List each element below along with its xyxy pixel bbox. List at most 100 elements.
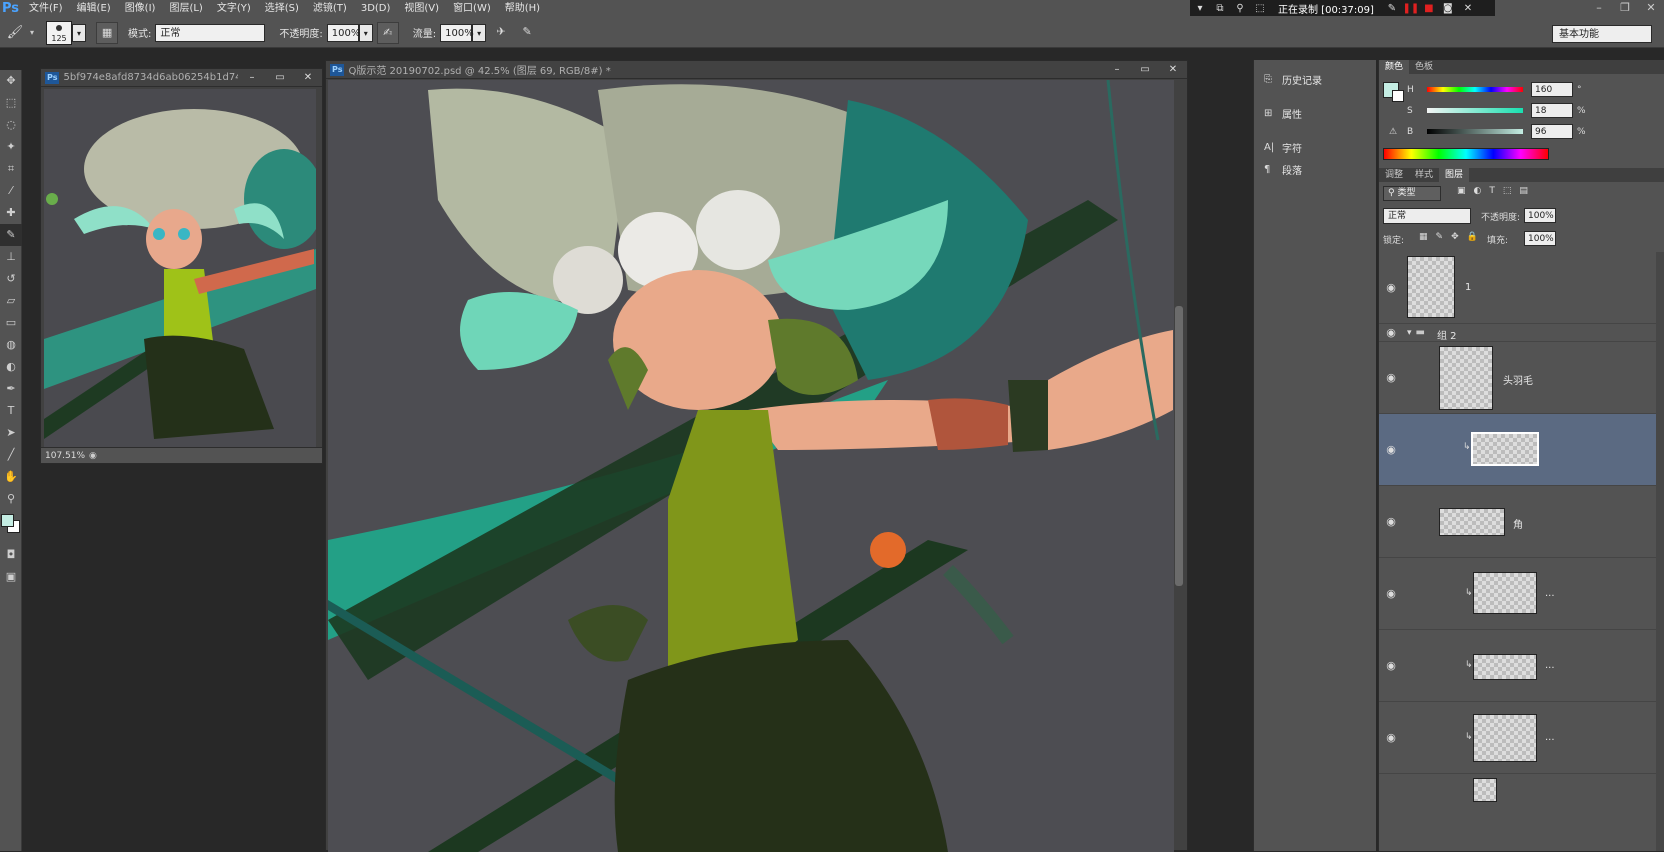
layer-row[interactable]: ◉ 角	[1379, 486, 1664, 558]
window-icon[interactable]: ⧉	[1210, 3, 1230, 14]
close-icon[interactable]: ✕	[1159, 64, 1187, 75]
main-canvas[interactable]	[328, 80, 1174, 852]
minimize-icon[interactable]: –	[238, 72, 266, 83]
layer-opacity-input[interactable]: 100%	[1524, 208, 1556, 223]
foreground-color-swatch[interactable]	[1, 514, 14, 527]
restore-icon[interactable]: ❐	[1612, 0, 1638, 18]
menu-3d[interactable]: 3D(D)	[354, 0, 398, 18]
eye-icon[interactable]: ◉	[1379, 371, 1403, 384]
lasso-tool-icon[interactable]: ◌	[0, 114, 22, 136]
pressure-opacity-icon[interactable]: ✍	[376, 21, 399, 44]
eye-icon[interactable]: ◉	[1379, 281, 1403, 294]
type-tool-icon[interactable]: T	[0, 400, 22, 422]
background-color-swatch[interactable]	[1392, 90, 1404, 102]
crop-tool-icon[interactable]: ⌗	[0, 158, 22, 180]
path-select-icon[interactable]: ➤	[0, 422, 22, 444]
lock-pixels-icon[interactable]: ✎	[1436, 232, 1444, 242]
brush-tool-icon[interactable]: 🖌	[0, 25, 30, 40]
layer-row-selected[interactable]: ◉ ↳	[1379, 414, 1664, 486]
info-icon[interactable]: ◉	[89, 451, 97, 461]
eye-icon[interactable]: ◉	[1379, 659, 1403, 672]
menu-image[interactable]: 图像(I)	[118, 0, 163, 18]
tab-swatches[interactable]: 色板	[1409, 60, 1439, 74]
reference-image[interactable]	[44, 89, 316, 449]
layer-row[interactable]: ◉ ↳ ...	[1379, 702, 1664, 774]
pause-icon[interactable]: ❚❚	[1402, 3, 1420, 14]
move-tool-icon[interactable]: ✥	[0, 70, 22, 92]
zoom-tool-icon[interactable]: ⚲	[0, 488, 22, 510]
tab-color[interactable]: 颜色	[1379, 60, 1410, 74]
tab-adjustments[interactable]: 调整	[1379, 168, 1409, 182]
flow-input[interactable]: 100%	[440, 23, 474, 42]
menu-layer[interactable]: 图层(L)	[162, 0, 209, 18]
hue-slider[interactable]	[1427, 87, 1523, 92]
lock-transparency-icon[interactable]: ▦	[1419, 232, 1428, 242]
menu-type[interactable]: 文字(Y)	[210, 0, 258, 18]
opacity-input[interactable]: 100%	[326, 23, 360, 42]
dropdown-icon[interactable]: ▾	[1190, 3, 1210, 14]
magic-wand-icon[interactable]: ✦	[0, 136, 22, 158]
panel-properties[interactable]: ⊞ 属性	[1254, 102, 1376, 124]
restore-icon[interactable]: ▭	[1131, 64, 1159, 75]
chevron-down-icon[interactable]: ▾	[30, 28, 34, 37]
chevron-down-icon[interactable]: ▾	[472, 23, 487, 42]
minimize-icon[interactable]: –	[1103, 64, 1131, 75]
dodge-tool-icon[interactable]: ◐	[0, 356, 22, 378]
marquee-tool-icon[interactable]: ⬚	[0, 92, 22, 114]
magnify-icon[interactable]: ⚲	[1230, 3, 1250, 14]
line-tool-icon[interactable]: ╱	[0, 444, 22, 466]
layer-filter-select[interactable]: ⚲ 类型	[1383, 186, 1441, 201]
stop-icon[interactable]: ■	[1420, 3, 1438, 14]
blend-mode-select[interactable]: 正常	[1383, 208, 1471, 224]
quick-mask-icon[interactable]: ◘	[0, 544, 22, 566]
pixel-filter-icon[interactable]: ▣	[1457, 186, 1466, 201]
layer-row[interactable]	[1379, 774, 1664, 851]
menu-edit[interactable]: 编辑(E)	[70, 0, 118, 18]
pen-icon[interactable]: ✎	[1382, 3, 1402, 14]
menu-view[interactable]: 视图(V)	[397, 0, 446, 18]
mode-select[interactable]: 正常	[155, 23, 266, 42]
layer-row[interactable]: ◉ 1	[1379, 252, 1664, 324]
saturation-slider[interactable]	[1427, 108, 1523, 113]
panel-character[interactable]: A| 字符	[1254, 136, 1376, 158]
pressure-size-icon[interactable]: ✎	[516, 22, 538, 44]
layer-row[interactable]: ◉ ↳ ...	[1379, 630, 1664, 702]
workspace-select[interactable]: 基本功能	[1552, 25, 1652, 43]
eraser-tool-icon[interactable]: ▱	[0, 290, 22, 312]
layer-row[interactable]: ◉ ↳ ...	[1379, 558, 1664, 630]
expand-arrow-icon[interactable]: ▾	[1407, 328, 1412, 338]
chevron-down-icon[interactable]: ▾	[358, 23, 373, 42]
minimize-icon[interactable]: –	[1586, 0, 1612, 18]
menu-select[interactable]: 选择(S)	[258, 0, 306, 18]
layers-scrollbar[interactable]	[1656, 252, 1664, 851]
region-icon[interactable]: ⬚	[1250, 3, 1270, 14]
brush-panel-icon[interactable]: ▦	[96, 21, 119, 44]
history-brush-icon[interactable]: ↺	[0, 268, 22, 290]
healing-brush-icon[interactable]: ✚	[0, 202, 22, 224]
layer-row[interactable]: ◉ 头羽毛	[1379, 342, 1664, 414]
restore-icon[interactable]: ▭	[266, 72, 294, 83]
menu-help[interactable]: 帮助(H)	[498, 0, 547, 18]
chevron-down-icon[interactable]: ▾	[72, 23, 87, 42]
adjustment-filter-icon[interactable]: ◐	[1474, 186, 1482, 201]
hand-tool-icon[interactable]: ✋	[0, 466, 22, 488]
close-icon[interactable]: ✕	[1638, 0, 1664, 18]
brightness-slider[interactable]	[1427, 129, 1523, 134]
canvas-scrollbar[interactable]	[1175, 306, 1183, 586]
panel-history[interactable]: ⎘ 历史记录	[1254, 68, 1376, 90]
main-title-bar[interactable]: Ps Q版示范 20190702.psd @ 42.5% (图层 69, RGB…	[326, 61, 1187, 79]
screen-mode-icon[interactable]: ▣	[0, 566, 22, 588]
close-icon[interactable]: ✕	[294, 72, 322, 83]
lock-position-icon[interactable]: ✥	[1451, 232, 1459, 242]
type-filter-icon[interactable]: T	[1489, 186, 1495, 201]
tab-styles[interactable]: 样式	[1409, 168, 1439, 182]
eye-icon[interactable]: ◉	[1379, 515, 1403, 528]
brush-tool-icon[interactable]: ✎	[0, 224, 22, 246]
gradient-tool-icon[interactable]: ▭	[0, 312, 22, 334]
reference-zoom[interactable]: 107.51%	[41, 451, 85, 461]
menu-filter[interactable]: 滤镜(T)	[306, 0, 354, 18]
eye-icon[interactable]: ◉	[1379, 587, 1403, 600]
menu-file[interactable]: 文件(F)	[22, 0, 70, 18]
eye-icon[interactable]: ◉	[1379, 731, 1403, 744]
saturation-input[interactable]: 18	[1531, 103, 1573, 118]
